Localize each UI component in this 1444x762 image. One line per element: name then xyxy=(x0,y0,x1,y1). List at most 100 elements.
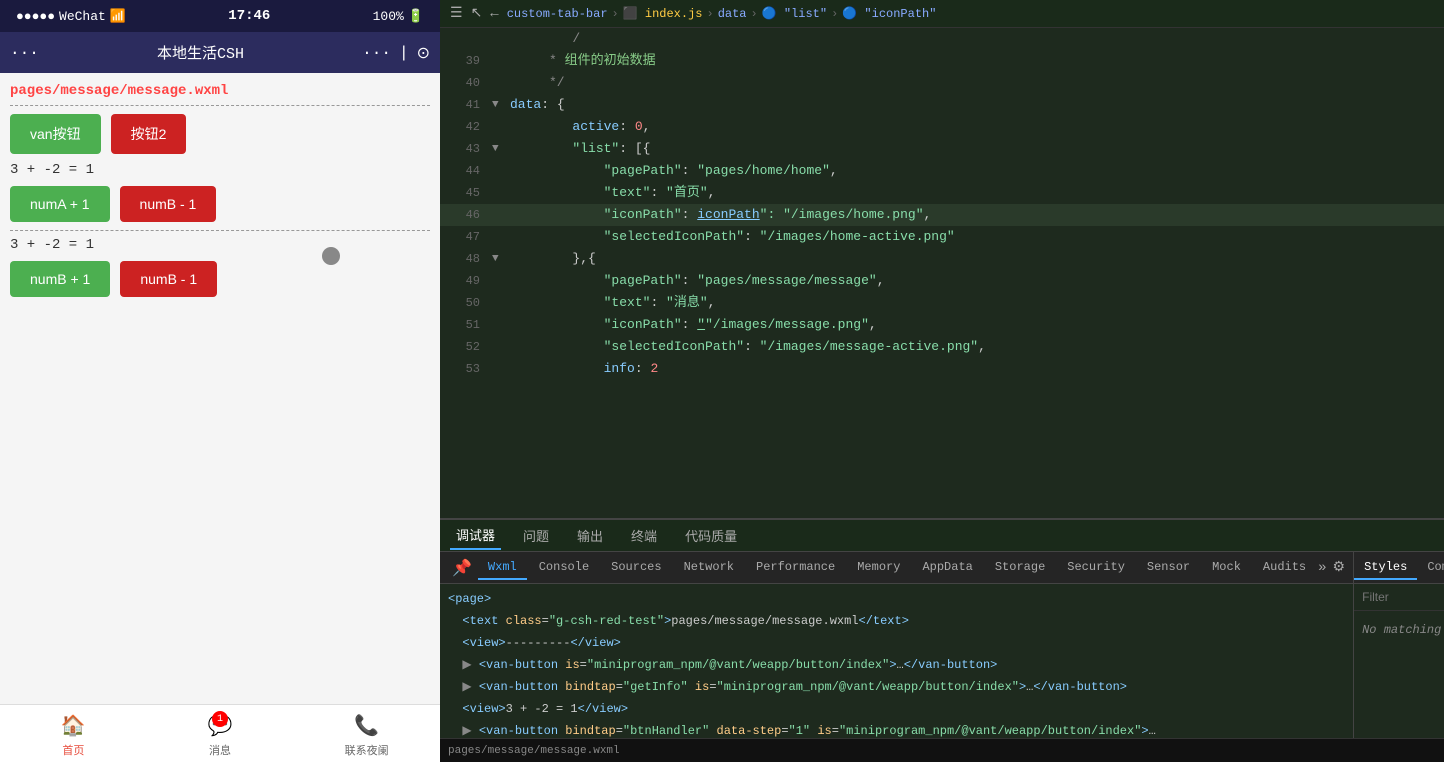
numb-minus-button-2[interactable]: numB - 1 xyxy=(120,261,217,297)
tab-performance[interactable]: Performance xyxy=(746,556,845,580)
status-bar: ●●●●● WeChat 📶 17:46 100% 🔋 xyxy=(0,0,440,32)
xml-content: <page> <text class="g-csh-red-test">page… xyxy=(440,584,1353,738)
tab-storage[interactable]: Storage xyxy=(985,556,1055,580)
status-bar-right: 100% 🔋 xyxy=(373,9,424,24)
header-circle-icon[interactable]: ⊙ xyxy=(417,43,430,63)
devtools-main: 📌 Wxml Console Sources Network Performan… xyxy=(440,552,1444,738)
nav-home[interactable]: 🏠 首页 xyxy=(0,713,147,758)
button-2[interactable]: 按钮2 xyxy=(111,114,187,154)
devtools-right: Styles Computed Dataset Component Data .… xyxy=(1353,552,1444,738)
xml-line-van-btn-3[interactable]: ▶ <van-button bindtap="btnHandler" data-… xyxy=(440,720,1353,738)
code-line-45: 45 "text": "首页", xyxy=(440,182,1444,204)
tab-sources[interactable]: Sources xyxy=(601,556,671,580)
xml-line-view-1[interactable]: <view>---------</view> xyxy=(440,632,1353,654)
tab-sensor[interactable]: Sensor xyxy=(1137,556,1200,580)
app-header-icons-left[interactable]: ··· xyxy=(10,44,39,62)
code-text: info: 2 xyxy=(510,358,658,380)
tab-wxml[interactable]: Wxml xyxy=(478,556,527,580)
code-line-49: 49 "pagePath": "pages/message/message", xyxy=(440,270,1444,292)
line-toggle-41[interactable]: ▼ xyxy=(492,94,506,116)
menu-icon[interactable]: ☰ xyxy=(450,5,463,22)
breadcrumb-custom-tab-bar[interactable]: custom-tab-bar xyxy=(507,7,608,21)
code-line-41: 41 ▼ data: { xyxy=(440,94,1444,116)
code-line-52: 52 "selectedIconPath": "/images/message-… xyxy=(440,336,1444,358)
tab-audits[interactable]: Audits xyxy=(1253,556,1316,580)
numa-plus-button[interactable]: numA + 1 xyxy=(10,186,110,222)
code-text: data: { xyxy=(510,94,565,116)
code-text: "text": "首页", xyxy=(510,182,715,204)
tab-issues[interactable]: 问题 xyxy=(517,522,555,549)
devtools-tab-pin-icon[interactable]: 📌 xyxy=(448,554,476,582)
battery-pct: 100% xyxy=(373,9,404,24)
phone-content: pages/message/message.wxml van按钮 按钮2 3 +… xyxy=(0,73,440,704)
code-text: "iconPath": iconPath": "/images/home.png… xyxy=(510,204,931,226)
code-text: "text": "消息", xyxy=(510,292,715,314)
top-toolbar: ☰ ↖ ← custom-tab-bar › ⬛ index.js › data… xyxy=(440,0,1444,28)
line-num: 42 xyxy=(448,116,480,138)
tab-styles[interactable]: Styles xyxy=(1354,556,1417,580)
header-more-icon[interactable]: ··· xyxy=(362,44,391,62)
devtools-top-tabs: 调试器 问题 输出 终端 代码质量 ∧ xyxy=(440,520,1444,552)
cursor-icon[interactable]: ↖ xyxy=(471,5,483,22)
nav-home-label: 首页 xyxy=(62,742,84,758)
tab-mock[interactable]: Mock xyxy=(1202,556,1251,580)
tab-security[interactable]: Security xyxy=(1057,556,1135,580)
settings-icon[interactable]: ⚙ xyxy=(1333,559,1346,576)
breadcrumb-iconpath[interactable]: 🔵 "iconPath" xyxy=(842,6,936,21)
nav-messages-label: 消息 xyxy=(209,742,231,758)
app-header-icons-right[interactable]: ··· | ⊙ xyxy=(362,43,430,63)
van-button[interactable]: van按钮 xyxy=(10,114,101,154)
styles-filter-input[interactable] xyxy=(1362,590,1444,604)
code-line-50: 50 "text": "消息", xyxy=(440,292,1444,314)
line-num: 51 xyxy=(448,314,480,336)
tab-terminal[interactable]: 终端 xyxy=(625,522,663,549)
wifi-icon: 📶 xyxy=(110,9,126,24)
carrier-dots: ●●●●● xyxy=(16,9,55,24)
tab-memory[interactable]: Memory xyxy=(847,556,910,580)
wxml-path: pages/message/message.wxml xyxy=(10,83,430,99)
app-title: 本地生活CSH xyxy=(39,42,362,63)
devtools-panel: 调试器 问题 输出 终端 代码质量 ∧ 📌 Wxml Console Sourc… xyxy=(440,518,1444,738)
xml-line-text[interactable]: <text class="g-csh-red-test">pages/messa… xyxy=(440,610,1353,632)
breadcrumb-sep-1: › xyxy=(612,7,619,21)
tab-network[interactable]: Network xyxy=(674,556,744,580)
line-num: 40 xyxy=(448,72,480,94)
xml-line-van-btn-1[interactable]: ▶ <van-button is="miniprogram_npm/@vant/… xyxy=(440,654,1353,676)
tab-computed[interactable]: Computed xyxy=(1417,556,1444,580)
breadcrumb-sep-4: › xyxy=(831,7,838,21)
code-line-39: 39 * 组件的初始数据 xyxy=(440,50,1444,72)
divider-2 xyxy=(10,230,430,231)
xml-line-van-btn-2[interactable]: ▶ <van-button bindtap="getInfo" is="mini… xyxy=(440,676,1353,698)
tab-console[interactable]: Console xyxy=(529,556,599,580)
line-toggle-48[interactable]: ▼ xyxy=(492,248,506,270)
code-text: "list": [{ xyxy=(510,138,650,160)
tab-debugger[interactable]: 调试器 xyxy=(450,521,501,550)
breadcrumb-data[interactable]: data xyxy=(718,7,747,21)
tab-output[interactable]: 输出 xyxy=(571,522,609,549)
line-num: 46 xyxy=(448,204,480,226)
xml-line-view-2[interactable]: <view>3 + -2 = 1</view> xyxy=(440,698,1353,720)
line-toggle-43[interactable]: ▼ xyxy=(492,138,506,160)
back-icon[interactable]: ← xyxy=(490,6,498,22)
breadcrumb-indexjs[interactable]: ⬛ index.js xyxy=(623,6,703,21)
breadcrumb-sep-2: › xyxy=(707,7,714,21)
numb-minus-button-1[interactable]: numB - 1 xyxy=(120,186,217,222)
tab-code-quality[interactable]: 代码质量 xyxy=(679,522,743,549)
code-line-46[interactable]: 46 "iconPath": iconPath": "/images/home.… xyxy=(440,204,1444,226)
nav-messages[interactable]: 💬 1 消息 xyxy=(147,713,294,758)
line-num: 44 xyxy=(448,160,480,182)
nav-contact[interactable]: 📞 联系夜阑 xyxy=(293,713,440,758)
code-text: / xyxy=(510,28,580,50)
code-text: "iconPath": ""/images/message.png", xyxy=(510,314,877,336)
code-text: "pagePath": "pages/home/home", xyxy=(510,160,838,182)
xml-line-page[interactable]: <page> xyxy=(440,588,1353,610)
carrier-name: WeChat xyxy=(59,9,106,24)
code-line-47: 47 "selectedIconPath": "/images/home-act… xyxy=(440,226,1444,248)
breadcrumb-list[interactable]: 🔵 "list" xyxy=(762,6,827,21)
numb-plus-button[interactable]: numB + 1 xyxy=(10,261,110,297)
devtools-left: 📌 Wxml Console Sources Network Performan… xyxy=(440,552,1353,738)
messages-badge: 1 xyxy=(212,711,228,727)
tab-appdata[interactable]: AppData xyxy=(912,556,982,580)
code-editor: / 39 * 组件的初始数据 40 */ 41 ▼ data: { 42 xyxy=(440,28,1444,518)
more-tabs-icon[interactable]: » xyxy=(1318,560,1326,576)
